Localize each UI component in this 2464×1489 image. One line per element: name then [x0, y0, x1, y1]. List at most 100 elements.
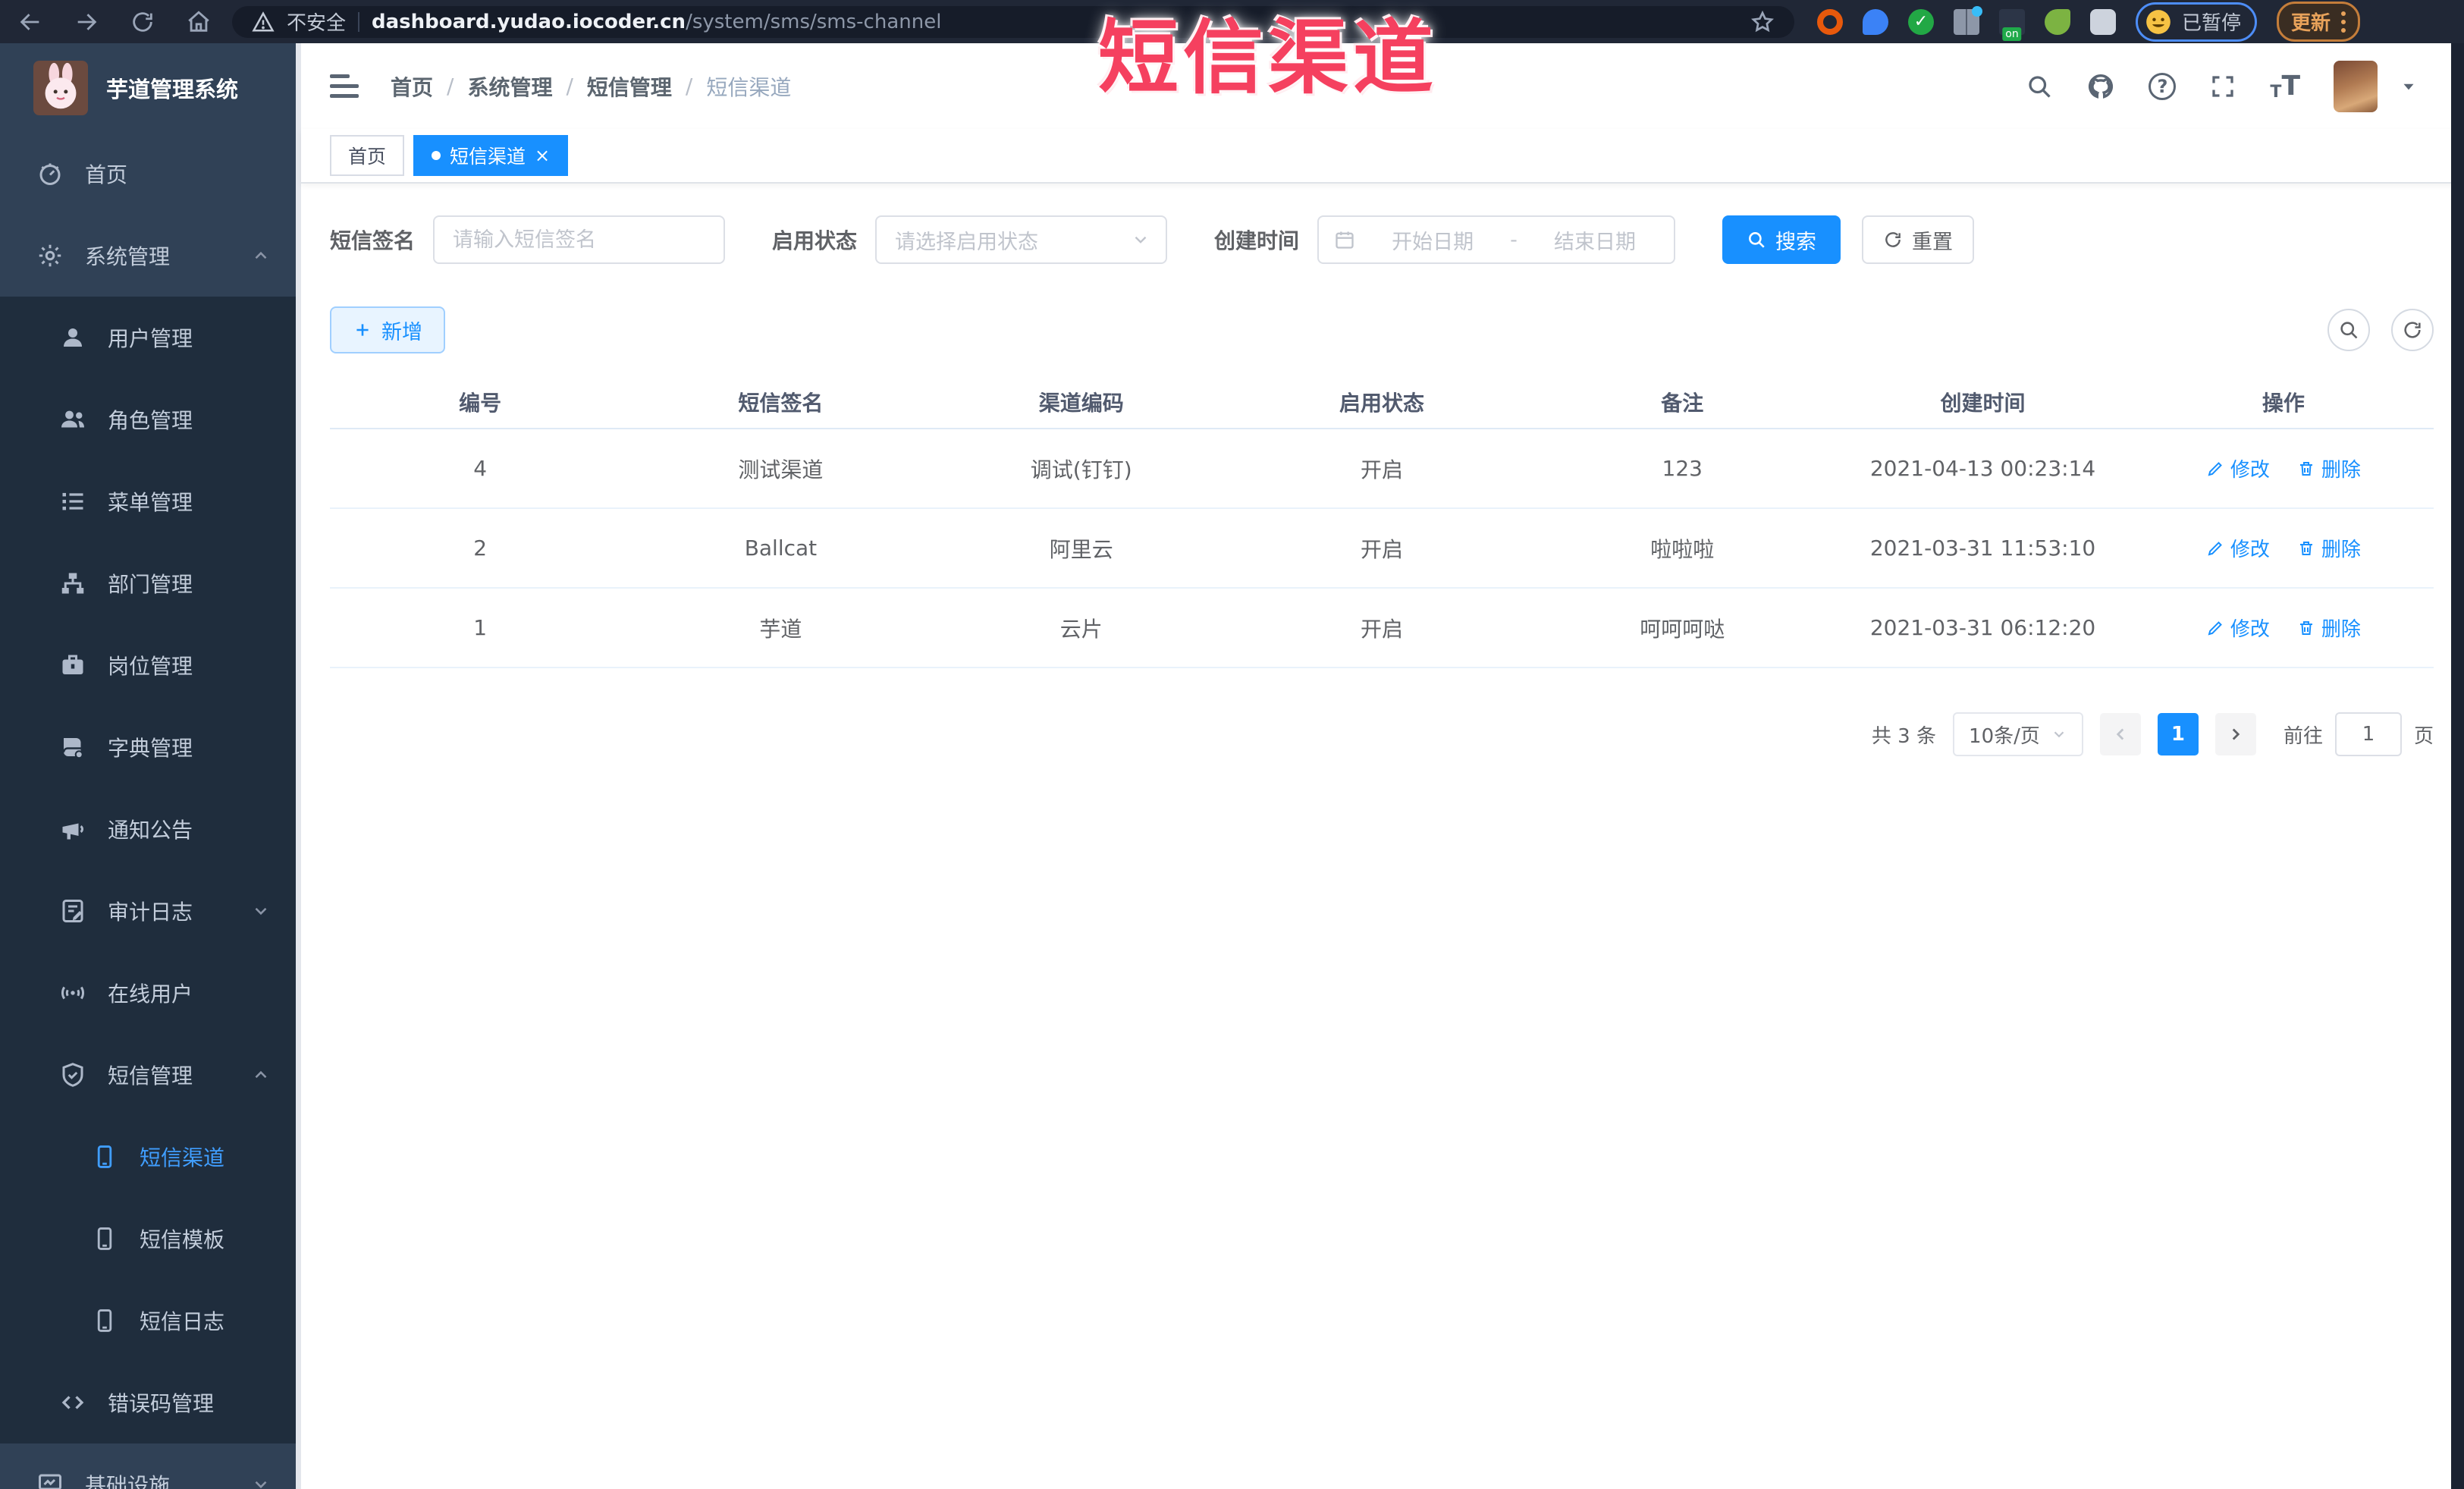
next-page-button[interactable]: [2214, 713, 2256, 755]
sidebar-item-label: 基础设施: [85, 1473, 171, 1489]
status-select[interactable]: 请选择启用状态: [875, 215, 1168, 264]
edit-label: 修改: [2230, 539, 2270, 561]
sidebar-item-roles[interactable]: 角色管理: [0, 379, 301, 460]
font-size-icon[interactable]: TT: [2270, 71, 2300, 102]
tab-home[interactable]: 首页: [330, 135, 405, 176]
search-icon: [1747, 230, 1766, 250]
delete-link[interactable]: 删除: [2297, 534, 2361, 562]
sidebar-item-online-users[interactable]: 在线用户: [0, 952, 301, 1034]
sidebar-item-departments[interactable]: 部门管理: [0, 542, 301, 624]
cell-id: 4: [473, 456, 488, 481]
tab-sms-channel[interactable]: 短信渠道 ×: [413, 135, 569, 176]
cell-created: 2021-04-13 00:23:14: [1869, 456, 2096, 481]
chevron-down-icon[interactable]: [2399, 77, 2418, 96]
refresh-table-button[interactable]: [2391, 309, 2434, 351]
browser-menu-icon[interactable]: [2341, 11, 2346, 33]
sidebar-item-label: 菜单管理: [108, 490, 193, 515]
date-range-picker[interactable]: 开始日期 - 结束日期: [1317, 215, 1676, 264]
reset-button[interactable]: 重置: [1862, 215, 1975, 264]
megaphone-icon: [58, 815, 88, 843]
close-tab-icon[interactable]: ×: [535, 145, 550, 166]
fullscreen-icon[interactable]: [2209, 73, 2236, 100]
extension-on-badge-icon[interactable]: [1999, 8, 2025, 35]
breadcrumb-sms[interactable]: 短信管理: [587, 71, 672, 102]
avatar[interactable]: [2334, 60, 2378, 112]
range-separator: -: [1510, 228, 1518, 252]
search-button-label: 搜索: [1775, 230, 1817, 254]
breadcrumb-separator: /: [566, 74, 573, 99]
browser-update-button[interactable]: 更新: [2277, 2, 2361, 42]
page-scrollbar[interactable]: [2451, 43, 2464, 1489]
extension-check-icon[interactable]: ✓: [1908, 8, 1934, 35]
delete-link[interactable]: 删除: [2297, 454, 2361, 482]
extension-leaf-icon[interactable]: [2045, 8, 2070, 35]
chevron-up-icon: [251, 246, 271, 265]
refresh-icon: [2402, 319, 2423, 341]
sidebar-item-error-code[interactable]: 错误码管理: [0, 1362, 301, 1443]
sidebar-item-label: 通知公告: [108, 818, 193, 843]
sidebar-item-sms-template[interactable]: 短信模板: [0, 1198, 301, 1280]
extension-orange-icon[interactable]: [1817, 8, 1843, 35]
sidebar-item-audit-log[interactable]: 审计日志: [0, 870, 301, 952]
help-icon[interactable]: ?: [2149, 72, 2177, 100]
edit-link[interactable]: 修改: [2206, 534, 2270, 562]
goto-page-input[interactable]: [2334, 712, 2402, 756]
app-logo: [33, 61, 88, 115]
extensions-puzzle-icon[interactable]: [2090, 8, 2116, 35]
cell-status: 开启: [1360, 457, 1403, 482]
sidebar-item-label: 错误码管理: [108, 1391, 215, 1416]
delete-link[interactable]: 删除: [2297, 614, 2361, 642]
cell-created: 2021-03-31 11:53:10: [1869, 536, 2096, 561]
sidebar-item-label: 岗位管理: [108, 654, 193, 679]
forward-icon[interactable]: [70, 5, 103, 39]
edit-link[interactable]: 修改: [2206, 614, 2270, 642]
reload-icon[interactable]: [126, 5, 159, 39]
refresh-icon: [1883, 230, 1903, 250]
extension-drop-icon[interactable]: [1863, 8, 1888, 35]
add-button[interactable]: 新增: [330, 306, 445, 353]
show-search-toggle-button[interactable]: [2327, 309, 2370, 351]
sidebar-item-sms-channel[interactable]: 短信渠道: [0, 1116, 301, 1198]
prev-page-button[interactable]: [2099, 713, 2141, 755]
cell-sign: 测试渠道: [738, 457, 824, 482]
breadcrumb-current: 短信渠道: [706, 74, 792, 100]
not-secure-warning-icon[interactable]: [252, 11, 275, 33]
extension-paused-badge[interactable]: 已暂停: [2136, 2, 2258, 42]
page-url[interactable]: dashboard.yudao.iocoder.cn/system/sms/sm…: [372, 11, 941, 33]
sign-input[interactable]: [433, 215, 726, 264]
audit-log-icon: [58, 897, 88, 925]
sidebar-item-users[interactable]: 用户管理: [0, 297, 301, 379]
sidebar-scrollbar[interactable]: [296, 43, 301, 1489]
sidebar-item-system[interactable]: 系统管理: [0, 215, 301, 297]
breadcrumb-home[interactable]: 首页: [391, 71, 433, 102]
breadcrumb-system[interactable]: 系统管理: [467, 71, 552, 102]
sidebar-item-infrastructure[interactable]: 基础设施: [0, 1443, 301, 1489]
sidebar-item-notices[interactable]: 通知公告: [0, 788, 301, 870]
sidebar-item-sms-log[interactable]: 短信日志: [0, 1280, 301, 1362]
page-number-button[interactable]: 1: [2157, 713, 2199, 755]
table-header-row: 编号 短信签名 渠道编码 启用状态 备注 创建时间 操作: [330, 376, 2434, 429]
trash-icon: [2297, 539, 2315, 558]
app-logo-row[interactable]: 芋道管理系统: [0, 43, 301, 133]
cell-remark: 啦啦啦: [1650, 536, 1715, 562]
bookmark-star-icon[interactable]: [1750, 10, 1775, 34]
sidebar-item-menus[interactable]: 菜单管理: [0, 460, 301, 542]
create-time-label: 创建时间: [1214, 228, 1300, 253]
sidebar-item-home[interactable]: 首页: [0, 133, 301, 215]
github-icon[interactable]: [2086, 72, 2115, 101]
extension-grid-icon[interactable]: [1954, 5, 1982, 35]
search-button[interactable]: 搜索: [1722, 215, 1841, 264]
back-icon[interactable]: [14, 5, 47, 39]
address-bar[interactable]: 不安全 dashboard.yudao.iocoder.cn/system/sm…: [232, 5, 1794, 38]
search-icon[interactable]: [2026, 73, 2053, 100]
sidebar-item-posts[interactable]: 岗位管理: [0, 624, 301, 706]
delete-label: 删除: [2321, 618, 2361, 641]
sidebar-item-sms[interactable]: 短信管理: [0, 1034, 301, 1116]
edit-link[interactable]: 修改: [2206, 454, 2270, 482]
home-icon[interactable]: [182, 5, 215, 39]
page-suffix: 页: [2413, 724, 2434, 748]
page-size-select[interactable]: 10条/页: [1952, 712, 2083, 756]
sidebar-item-label: 部门管理: [108, 572, 193, 597]
menu-fold-icon[interactable]: [330, 74, 359, 98]
sidebar-item-dictionary[interactable]: 字典管理: [0, 706, 301, 788]
